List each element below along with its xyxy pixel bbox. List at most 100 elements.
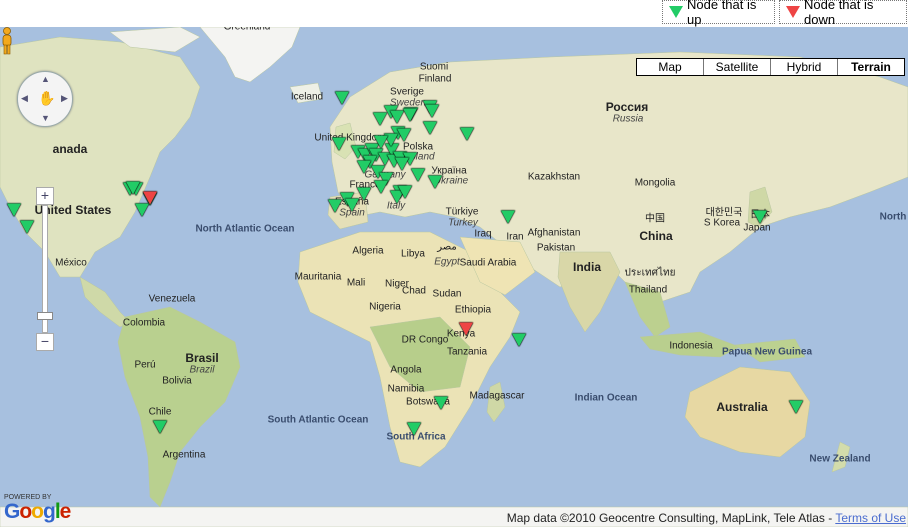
label-korea: S Korea: [703, 217, 741, 229]
map-type-satellite[interactable]: Satellite: [703, 59, 770, 75]
node-marker-up-icon[interactable]: [434, 396, 448, 410]
node-marker-up-icon[interactable]: [7, 203, 21, 217]
node-marker-up-icon[interactable]: [789, 400, 803, 414]
node-marker-up-icon[interactable]: [753, 210, 767, 224]
label-kazakhstan: Kazakhstan: [527, 171, 581, 183]
node-marker-up-icon[interactable]: [428, 175, 442, 189]
label-china: China: [639, 229, 673, 243]
label-iraq: Iraq: [474, 228, 492, 240]
node-marker-up-icon[interactable]: [335, 91, 349, 105]
node-marker-up-icon[interactable]: [332, 137, 346, 151]
node-marker-up-icon[interactable]: [423, 121, 437, 135]
node-marker-up-icon[interactable]: [501, 210, 515, 224]
label-chile: Chile: [148, 406, 172, 418]
label-korea-ko: 대한민국: [705, 207, 743, 219]
map-type-hybrid[interactable]: Hybrid: [770, 59, 837, 75]
node-marker-up-icon[interactable]: [135, 203, 149, 217]
label-turkiye: Türkiye: [445, 206, 479, 218]
terms-of-use-link[interactable]: Terms of Use: [835, 511, 906, 525]
label-indian-ocean: Indian Ocean: [574, 392, 638, 404]
zoom-slider-thumb[interactable]: [37, 312, 53, 320]
node-marker-up-icon[interactable]: [407, 422, 421, 436]
node-marker-up-icon[interactable]: [411, 168, 425, 182]
node-marker-up-icon[interactable]: [403, 108, 417, 122]
node-marker-down-icon[interactable]: [143, 191, 157, 205]
label-nigeria: Nigeria: [369, 301, 401, 313]
node-marker-up-icon[interactable]: [395, 157, 409, 171]
node-marker-up-icon[interactable]: [390, 110, 404, 124]
label-north-atlantic: North Atlantic Ocean: [195, 223, 295, 235]
pan-left-icon[interactable]: ◀: [21, 93, 28, 104]
map-type-terrain[interactable]: Terrain: [837, 59, 904, 75]
label-russia: Russia: [612, 113, 644, 125]
label-algeria: Algeria: [352, 245, 384, 257]
zoom-in-button[interactable]: +: [36, 187, 54, 205]
map-terrain: [0, 27, 908, 527]
label-pakistan: Pakistan: [536, 242, 576, 254]
label-south-atlantic: South Atlantic Ocean: [267, 414, 369, 426]
google-logo[interactable]: Google: [4, 500, 71, 524]
map-type-map[interactable]: Map: [637, 59, 703, 75]
node-marker-up-icon[interactable]: [397, 128, 411, 142]
node-marker-up-icon[interactable]: [374, 180, 388, 194]
zoom-slider-track[interactable]: [37, 205, 53, 333]
node-marker-up-icon[interactable]: [398, 185, 412, 199]
map-type-control: Map Satellite Hybrid Terrain: [636, 58, 905, 76]
label-mexico: México: [55, 257, 87, 269]
label-egypt: Egypt: [434, 256, 460, 268]
label-suomi: Suomi: [419, 61, 449, 73]
node-marker-up-icon[interactable]: [425, 104, 439, 118]
node-marker-up-icon[interactable]: [153, 420, 167, 434]
label-bolivia: Bolivia: [162, 375, 192, 387]
zoom-out-button[interactable]: −: [36, 333, 54, 351]
label-drcongo: DR Congo: [401, 334, 449, 346]
node-marker-up-icon[interactable]: [357, 187, 371, 201]
label-ethiopia: Ethiopia: [454, 304, 492, 316]
node-marker-up-icon[interactable]: [126, 181, 140, 195]
label-mauritania: Mauritania: [294, 271, 342, 283]
label-madagascar: Madagascar: [469, 390, 525, 402]
label-turkey: Turkey: [448, 217, 478, 229]
label-png: Papua New Guinea: [721, 346, 813, 358]
label-angola: Angola: [390, 364, 422, 376]
label-peru: Perú: [134, 359, 156, 371]
label-mongolia: Mongolia: [634, 177, 676, 189]
pan-down-icon[interactable]: ▼: [41, 113, 50, 123]
pan-up-icon[interactable]: ▲: [41, 74, 50, 84]
legend-up-label: Node that is up: [687, 0, 757, 27]
node-marker-up-icon[interactable]: [345, 198, 359, 212]
label-thailand: Thailand: [628, 284, 668, 296]
label-chad: Chad: [402, 285, 426, 297]
label-finland: Finland: [418, 73, 452, 85]
label-iran: Iran: [506, 231, 524, 243]
label-australia: Australia: [716, 400, 768, 414]
label-north-pacific: North: [879, 211, 907, 223]
legend-down-label: Node that is down: [804, 0, 874, 27]
node-marker-up-icon[interactable]: [460, 127, 474, 141]
node-marker-up-icon[interactable]: [20, 220, 34, 234]
label-sudan: Sudan: [432, 288, 462, 300]
node-marker-up-icon[interactable]: [374, 135, 388, 149]
label-iceland: Iceland: [290, 91, 324, 103]
pegman-icon[interactable]: [0, 27, 14, 55]
down-triangle-icon: [786, 6, 800, 18]
pan-control[interactable]: ▲ ▼ ◀ ▶ ✋: [17, 71, 73, 127]
label-mali: Mali: [346, 277, 366, 289]
node-marker-up-icon[interactable]: [357, 160, 371, 174]
node-marker-down-icon[interactable]: [459, 322, 473, 336]
label-sverige: Sverige: [390, 86, 424, 98]
label-misr: مصر: [437, 241, 457, 253]
world-map[interactable]: Map Satellite Hybrid Terrain ▲ ▼ ◀ ▶ ✋ +…: [0, 27, 908, 527]
hand-icon: ✋: [38, 90, 56, 106]
label-tanzania: Tanzania: [446, 346, 488, 358]
node-marker-up-icon[interactable]: [328, 199, 342, 213]
pan-right-icon[interactable]: ▶: [61, 93, 68, 104]
label-indonesia: Indonesia: [669, 340, 713, 352]
label-saudi: Saudi Arabia: [459, 257, 517, 269]
label-brazil: Brazil: [189, 364, 215, 376]
label-brasil: Brasil: [185, 351, 219, 365]
map-attribution: Map data ©2010 Geocentre Consulting, Map…: [507, 511, 906, 525]
label-thailand-th: ประเทศไทย: [624, 267, 676, 279]
node-marker-up-icon[interactable]: [512, 333, 526, 347]
label-greenland: Greenland: [223, 27, 271, 33]
